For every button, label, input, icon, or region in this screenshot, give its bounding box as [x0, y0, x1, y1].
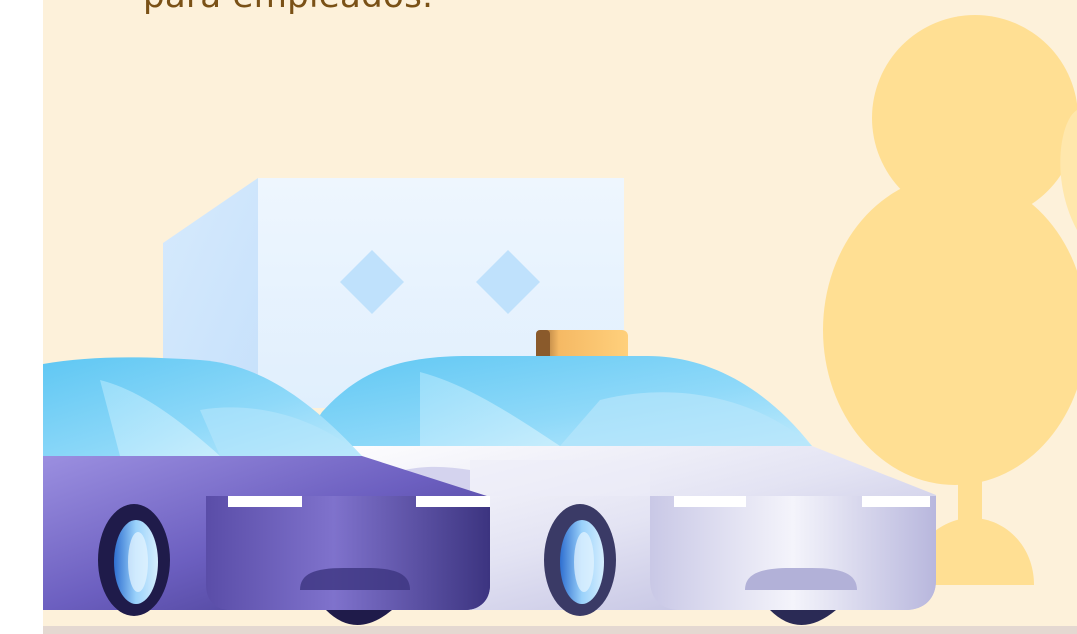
wheel	[98, 504, 170, 616]
wheel	[544, 504, 616, 616]
fleet-illustration	[43, 15, 1077, 634]
promo-frame: para empleados.	[0, 0, 1077, 634]
